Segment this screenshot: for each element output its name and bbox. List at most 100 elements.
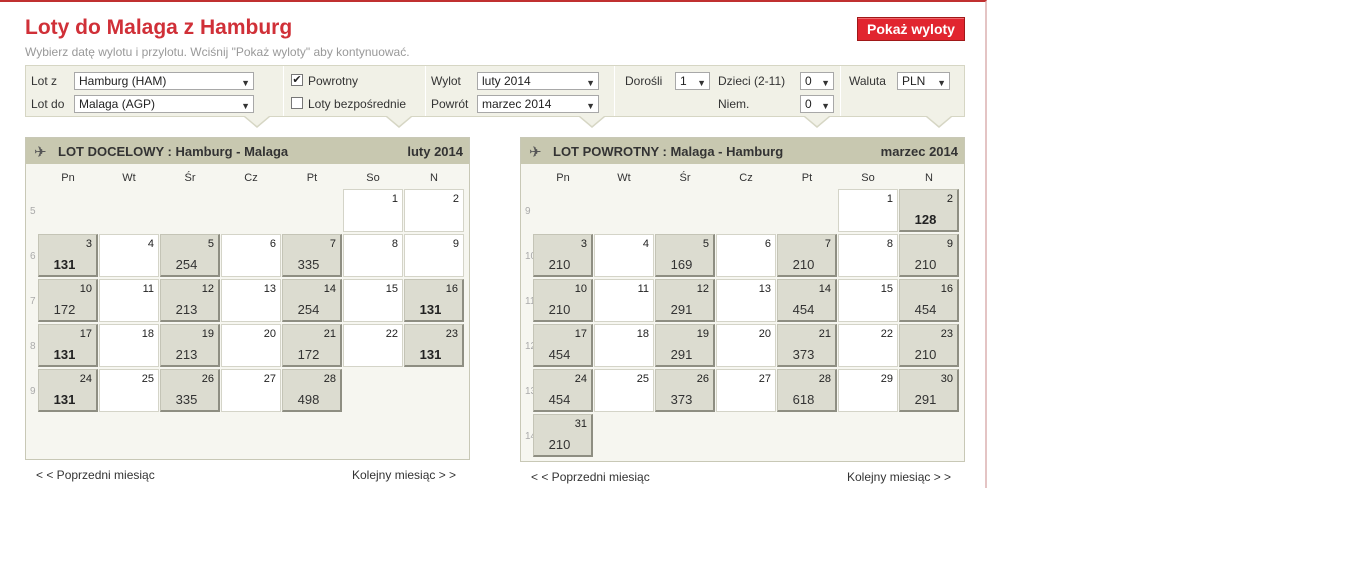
day-number: 24 <box>574 373 587 385</box>
day-cell-with-price[interactable]: 17 131 <box>38 324 98 367</box>
show-flights-button[interactable]: Pokaż wyloty <box>857 17 965 41</box>
day-cell[interactable]: 15 <box>343 279 403 322</box>
day-cell-with-price[interactable]: 14 454 <box>777 279 837 322</box>
currency-select[interactable]: PLN ▼ <box>897 72 950 90</box>
day-cell[interactable]: 27 <box>221 369 281 412</box>
day-cell-with-price[interactable]: 21 172 <box>282 324 342 367</box>
day-cell[interactable]: 25 <box>594 369 654 412</box>
day-cell-with-price[interactable]: 19 213 <box>160 324 220 367</box>
day-price: 210 <box>548 302 571 317</box>
day-price: 291 <box>914 392 937 407</box>
day-cell[interactable]: 15 <box>838 279 898 322</box>
outbound-calendar: ✈ LOT DOCELOWY : Hamburg - Malaga luty 2… <box>25 137 470 460</box>
day-number: 30 <box>940 373 953 385</box>
day-number: 15 <box>385 283 398 295</box>
day-number: 26 <box>201 373 214 385</box>
adults-label: Dorośli <box>625 74 663 88</box>
day-cell-with-price[interactable]: 31 210 <box>533 414 593 457</box>
day-cell[interactable]: 6 <box>716 234 776 277</box>
day-cell[interactable]: 22 <box>838 324 898 367</box>
day-cell-with-price[interactable]: 17 454 <box>533 324 593 367</box>
day-cell[interactable]: 18 <box>594 324 654 367</box>
day-cell[interactable]: 11 <box>99 279 159 322</box>
day-cell-with-price[interactable]: 7 210 <box>777 234 837 277</box>
day-cell[interactable]: 20 <box>221 324 281 367</box>
day-cell-with-price[interactable]: 10 172 <box>38 279 98 322</box>
day-cell[interactable]: 9 <box>404 234 464 277</box>
day-price: 454 <box>548 347 571 362</box>
day-cell-with-price[interactable]: 23 131 <box>404 324 464 367</box>
day-number: 11 <box>142 283 154 295</box>
calendar-title: LOT POWROTNY : Malaga - Hamburg <box>553 144 784 159</box>
children-select[interactable]: 0 ▼ <box>800 72 834 90</box>
day-cell-with-price[interactable]: 26 335 <box>160 369 220 412</box>
infants-select[interactable]: 0 ▼ <box>800 95 834 113</box>
day-price: 169 <box>670 257 693 272</box>
day-cell[interactable]: 8 <box>343 234 403 277</box>
day-cell-with-price[interactable]: 16 131 <box>404 279 464 322</box>
day-number: 19 <box>696 328 709 340</box>
day-cell-with-price[interactable]: 19 291 <box>655 324 715 367</box>
weekday-header: Śr <box>184 172 196 184</box>
day-cell-with-price[interactable]: 12 213 <box>160 279 220 322</box>
adults-select[interactable]: 1 ▼ <box>675 72 710 90</box>
direct-flights-checkbox[interactable] <box>291 97 303 109</box>
day-cell-with-price[interactable]: 2 128 <box>899 189 959 232</box>
day-cell[interactable]: 27 <box>716 369 776 412</box>
day-number: 14 <box>323 283 336 295</box>
day-cell[interactable]: 22 <box>343 324 403 367</box>
day-cell-with-price[interactable]: 5 254 <box>160 234 220 277</box>
day-cell-with-price[interactable]: 14 254 <box>282 279 342 322</box>
from-select[interactable]: Hamburg (HAM) ▼ <box>74 72 254 90</box>
day-cell-with-price[interactable]: 26 373 <box>655 369 715 412</box>
day-cell[interactable]: 25 <box>99 369 159 412</box>
return-prev-month-link[interactable]: < < Poprzedni miesiąc <box>531 470 650 484</box>
day-cell-with-price[interactable]: 7 335 <box>282 234 342 277</box>
day-cell[interactable]: 4 <box>594 234 654 277</box>
day-number: 8 <box>391 238 398 250</box>
direct-flights-label: Loty bezpośrednie <box>308 97 407 111</box>
day-cell[interactable]: 6 <box>221 234 281 277</box>
day-cell[interactable]: 13 <box>221 279 281 322</box>
day-cell-with-price[interactable]: 3 210 <box>533 234 593 277</box>
day-number: 23 <box>445 328 458 340</box>
day-cell-with-price[interactable]: 5 169 <box>655 234 715 277</box>
day-cell-with-price[interactable]: 28 498 <box>282 369 342 412</box>
return-month-select[interactable]: marzec 2014 ▼ <box>477 95 599 113</box>
day-cell-with-price[interactable]: 16 454 <box>899 279 959 322</box>
day-cell[interactable]: 1 <box>343 189 403 232</box>
filter-divider <box>283 66 284 116</box>
day-cell-with-price[interactable]: 10 210 <box>533 279 593 322</box>
to-select[interactable]: Malaga (AGP) ▼ <box>74 95 254 113</box>
day-cell-with-price[interactable]: 21 373 <box>777 324 837 367</box>
weekday-header: Cz <box>244 172 258 184</box>
day-cell-with-price[interactable]: 3 131 <box>38 234 98 277</box>
day-cell[interactable]: 1 <box>838 189 898 232</box>
day-cell-with-price[interactable]: 23 210 <box>899 324 959 367</box>
day-cell-with-price[interactable]: 24 454 <box>533 369 593 412</box>
day-cell[interactable]: 29 <box>838 369 898 412</box>
day-cell-with-price[interactable]: 9 210 <box>899 234 959 277</box>
calendar-title: LOT DOCELOWY : Hamburg - Malaga <box>58 144 289 159</box>
day-cell[interactable]: 11 <box>594 279 654 322</box>
day-price: 210 <box>548 437 571 452</box>
return-checkbox[interactable]: ✔ <box>291 74 303 86</box>
day-cell-with-price[interactable]: 28 618 <box>777 369 837 412</box>
day-price: 131 <box>53 392 76 407</box>
day-cell[interactable]: 4 <box>99 234 159 277</box>
day-cell-with-price[interactable]: 30 291 <box>899 369 959 412</box>
day-number: 22 <box>385 328 398 340</box>
day-cell[interactable]: 8 <box>838 234 898 277</box>
outbound-prev-month-link[interactable]: < < Poprzedni miesiąc <box>36 468 155 482</box>
return-next-month-link[interactable]: Kolejny miesiąc > > <box>847 470 951 484</box>
day-cell-with-price[interactable]: 12 291 <box>655 279 715 322</box>
outbound-next-month-link[interactable]: Kolejny miesiąc > > <box>352 468 456 482</box>
day-cell[interactable]: 20 <box>716 324 776 367</box>
day-price: 210 <box>792 257 815 272</box>
day-cell[interactable]: 13 <box>716 279 776 322</box>
day-price: 454 <box>792 302 815 317</box>
day-cell[interactable]: 18 <box>99 324 159 367</box>
day-cell-with-price[interactable]: 24 131 <box>38 369 98 412</box>
depart-month-select[interactable]: luty 2014 ▼ <box>477 72 599 90</box>
day-cell[interactable]: 2 <box>404 189 464 232</box>
